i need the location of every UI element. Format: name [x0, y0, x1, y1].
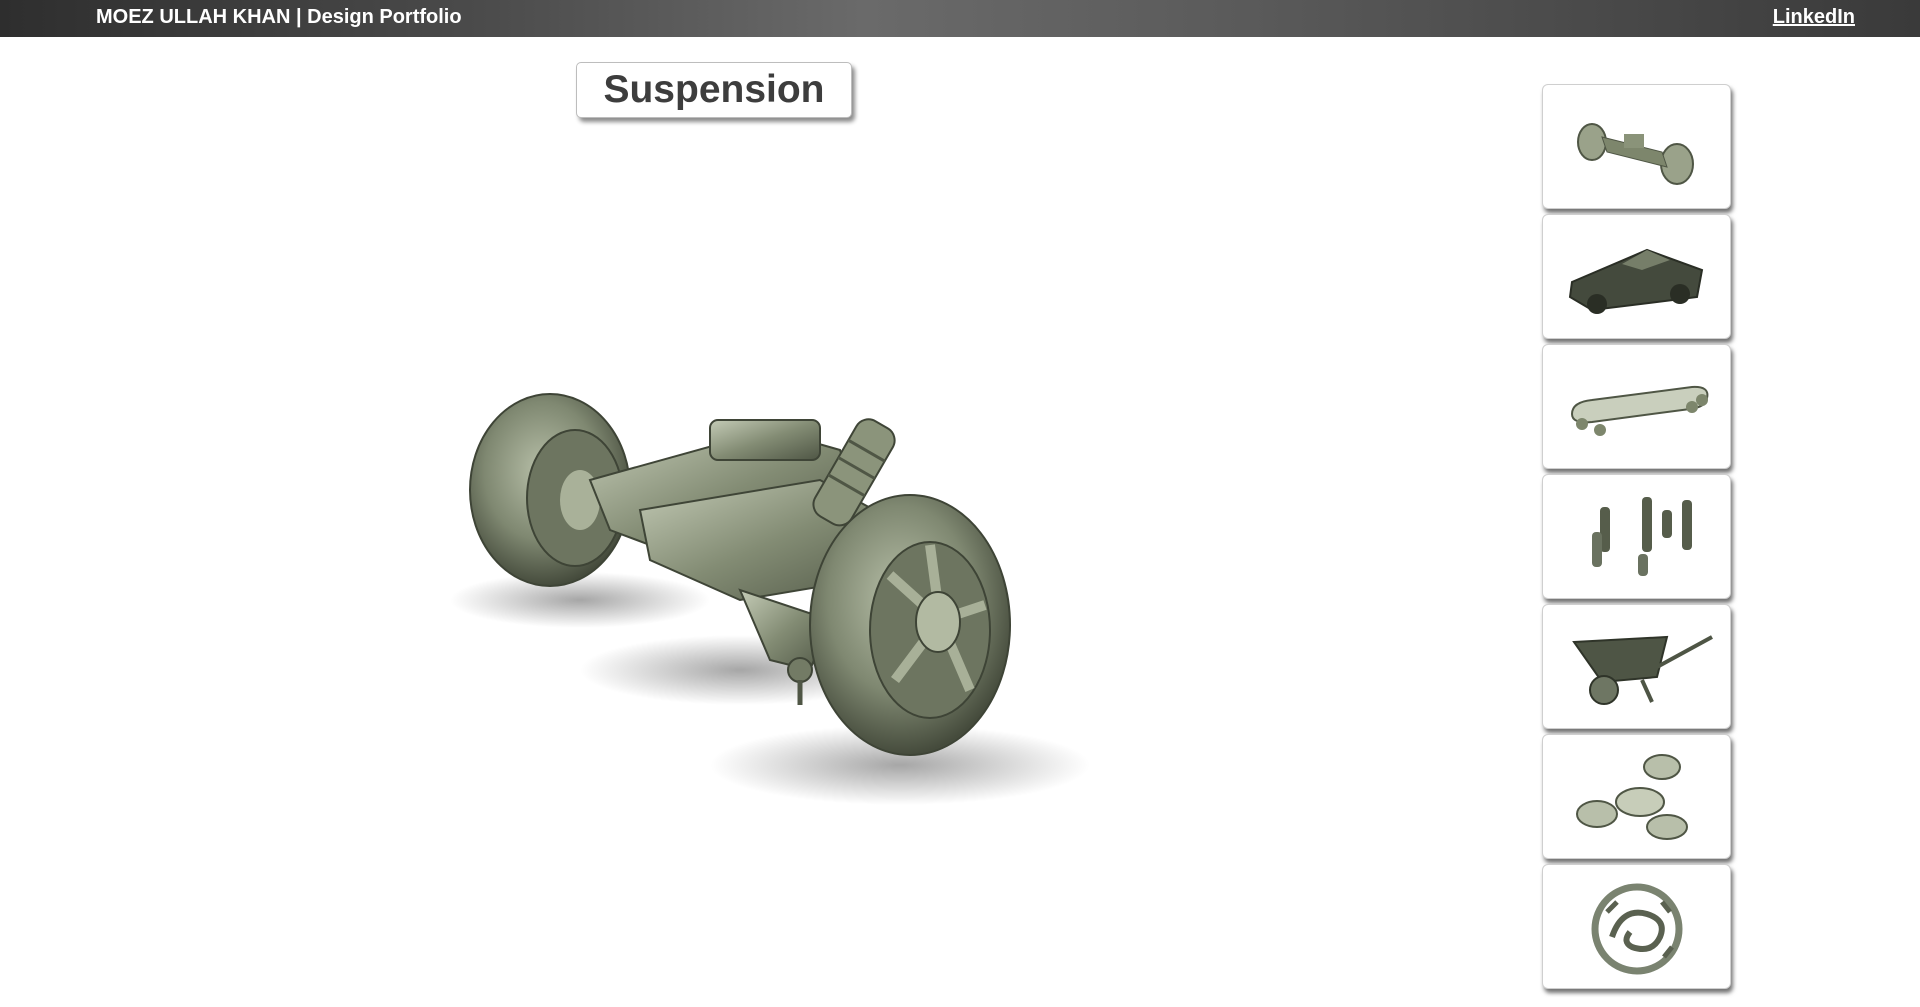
thumbnail-spinner[interactable] [1542, 734, 1731, 859]
dragon-emblem-icon [1591, 883, 1682, 974]
linkedin-link[interactable]: LinkedIn [1773, 6, 1855, 29]
thumbnail-dragon-emblem[interactable] [1542, 864, 1731, 989]
model-viewer[interactable] [440, 360, 1160, 840]
thumbnail-skateboard[interactable] [1542, 344, 1731, 469]
skateboard-icon [1570, 385, 1708, 436]
top-bar: MOEZ ULLAH KHAN | Design Portfolio Linke… [0, 0, 1920, 37]
site-brand: MOEZ ULLAH KHAN | Design Portfolio [96, 6, 462, 28]
cybertruck-icon [1568, 248, 1703, 314]
thumbnail-suspension[interactable] [1542, 84, 1731, 209]
suspension-icon [1576, 122, 1694, 185]
page-title: Suspension [576, 62, 852, 118]
wheelbarrow-icon [1571, 634, 1713, 705]
thumbnail-cybertruck[interactable] [1542, 214, 1731, 339]
chess-pieces-icon [1591, 496, 1692, 576]
thumbnail-wheelbarrow[interactable] [1542, 604, 1731, 729]
suspension-model-image [450, 393, 1090, 805]
thumbnail-chess[interactable] [1542, 474, 1731, 599]
fidget-spinner-icon [1575, 753, 1688, 840]
